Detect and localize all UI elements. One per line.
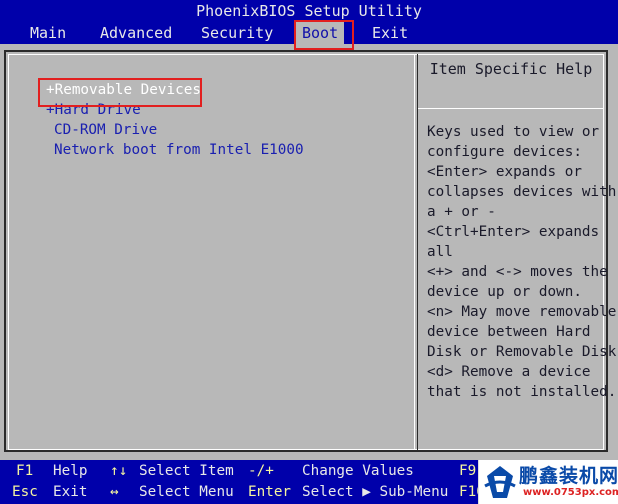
menu-main[interactable]: Main bbox=[24, 22, 72, 44]
menu-security[interactable]: Security bbox=[195, 22, 279, 44]
help-divider bbox=[414, 54, 415, 450]
title-bar: PhoenixBIOS Setup Utility bbox=[0, 0, 618, 22]
help-line: collapses devices with bbox=[427, 184, 617, 200]
footer-desc-select-menu: Select Menu bbox=[139, 484, 234, 500]
footer-desc-change-values: Change Values bbox=[302, 463, 414, 479]
menu-highlight-box bbox=[294, 20, 354, 50]
footer-key-updown: ↑↓ bbox=[110, 463, 128, 479]
help-line: <+> and <-> moves the bbox=[427, 264, 608, 280]
menu-exit[interactable]: Exit bbox=[366, 22, 414, 44]
help-line: Disk or Removable Disk bbox=[427, 344, 617, 360]
help-line: configure devices: bbox=[427, 144, 582, 160]
help-line: <n> May move removable bbox=[427, 304, 617, 320]
watermark-brand: 鹏鑫装机网 bbox=[519, 465, 618, 487]
help-divider-shadow bbox=[417, 54, 418, 450]
boot-item-cdrom-drive[interactable]: CD-ROM Drive bbox=[54, 122, 157, 138]
footer-desc-select-submenu: Select ▶ Sub-Menu bbox=[302, 484, 449, 500]
help-line: <Enter> expands or bbox=[427, 164, 582, 180]
menu-advanced[interactable]: Advanced bbox=[94, 22, 178, 44]
help-line: a + or - bbox=[427, 204, 496, 220]
help-text: Keys used to view or configure devices: … bbox=[427, 122, 617, 402]
help-line: <Ctrl+Enter> expands bbox=[427, 224, 600, 240]
app-title: PhoenixBIOS Setup Utility bbox=[196, 2, 422, 20]
watermark-logo-icon bbox=[484, 466, 516, 498]
footer-key-f9: F9 bbox=[459, 463, 477, 479]
footer-key-leftright: ↔ bbox=[110, 484, 119, 500]
help-line: <d> Remove a device bbox=[427, 364, 591, 380]
help-title: Item Specific Help bbox=[429, 60, 593, 78]
help-line: all bbox=[427, 244, 453, 260]
footer-desc-help: Help bbox=[53, 463, 88, 479]
help-separator bbox=[418, 108, 604, 109]
site-watermark: 鹏鑫装机网 www.0753px.com bbox=[478, 460, 618, 504]
footer-key-f1: F1 bbox=[16, 463, 34, 479]
help-line: device between Hard bbox=[427, 324, 591, 340]
footer-desc-exit: Exit bbox=[53, 484, 88, 500]
help-line: device up or down. bbox=[427, 284, 582, 300]
help-line: Keys used to view or bbox=[427, 124, 600, 140]
footer-key-enter: Enter bbox=[248, 484, 292, 500]
watermark-url: www.0753px.com bbox=[523, 487, 618, 498]
footer-key-esc: Esc bbox=[12, 484, 38, 500]
help-line: that is not installed. bbox=[427, 384, 617, 400]
footer-key-minus-plus: -/+ bbox=[248, 463, 274, 479]
boot-item-network-boot[interactable]: Network boot from Intel E1000 bbox=[54, 142, 304, 158]
boot-item-highlight-box bbox=[38, 78, 202, 107]
footer-desc-select-item: Select Item bbox=[139, 463, 234, 479]
